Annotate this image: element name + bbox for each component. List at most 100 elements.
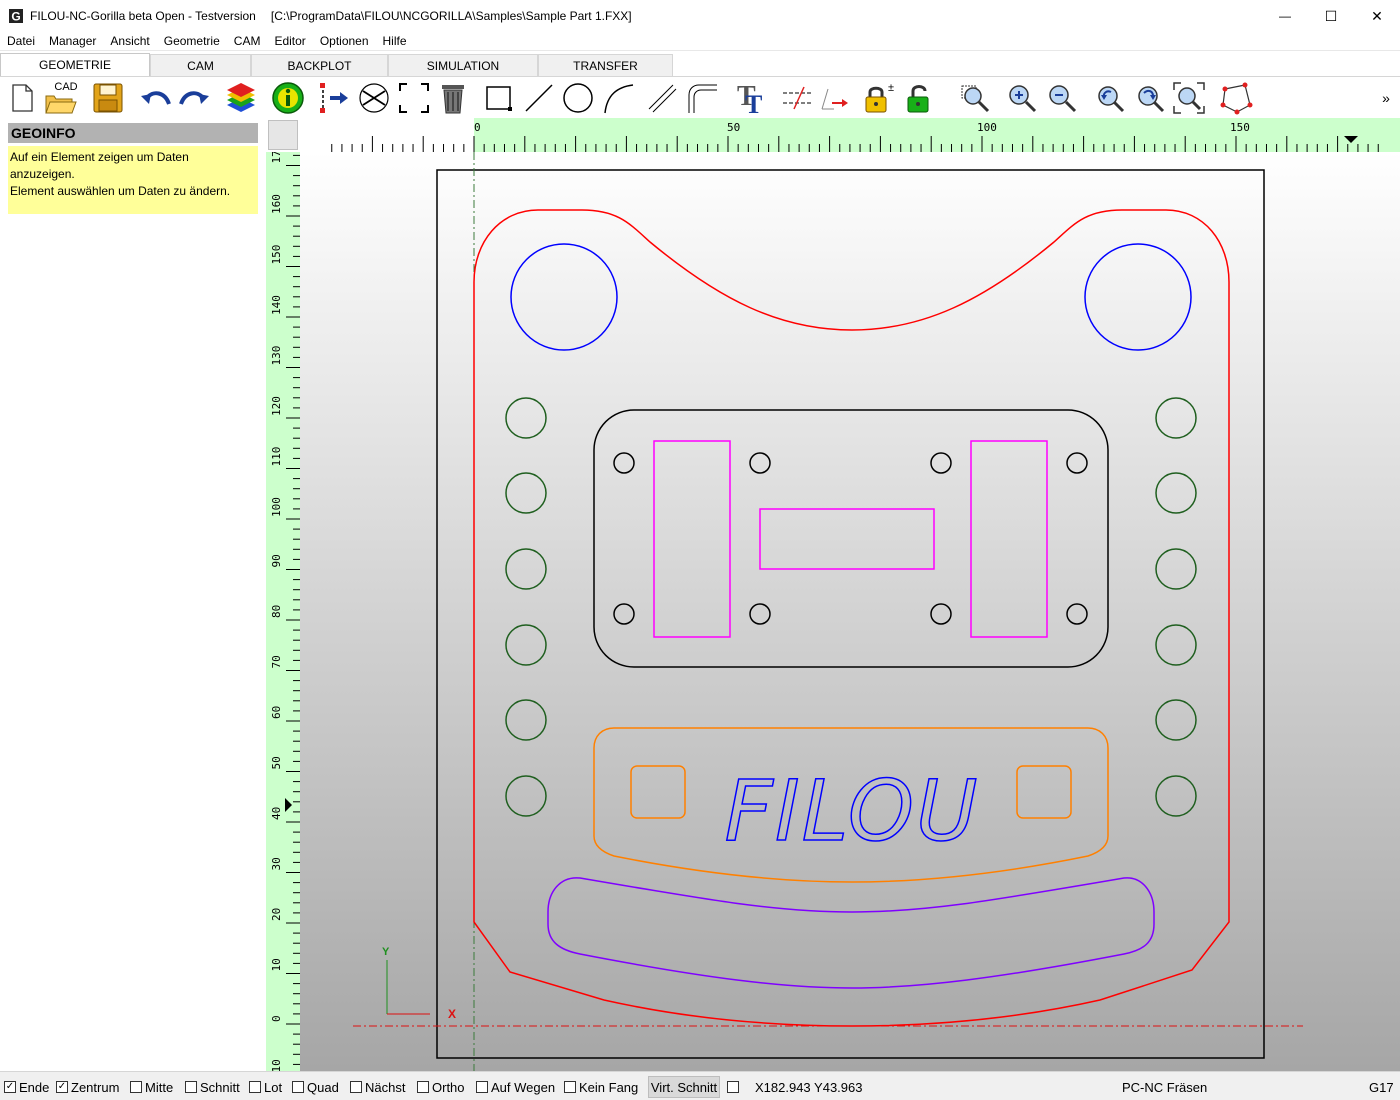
offset-tool-button[interactable]	[817, 79, 853, 117]
drawing-canvas[interactable]: Y X FILOU	[300, 152, 1400, 1071]
snap-lot[interactable]: Lot	[249, 1079, 282, 1095]
select-move-icon	[320, 83, 348, 113]
ruler-left-label: 130	[270, 346, 283, 366]
zoom-in-icon	[1009, 85, 1037, 113]
snap-zentrum[interactable]: ✓ Zentrum	[56, 1079, 119, 1095]
line-icon	[525, 84, 553, 112]
snap-ende[interactable]: ✓ Ende	[4, 1079, 49, 1095]
ruler-left-label: 40	[270, 807, 283, 820]
info-icon	[272, 82, 304, 114]
zoom-all-icon	[1173, 82, 1205, 114]
snap-ortho[interactable]: Ortho	[417, 1079, 465, 1095]
checkbox-icon[interactable]	[292, 1081, 304, 1093]
tab-transfer[interactable]: TRANSFER	[538, 54, 673, 76]
fillet-tool-button[interactable]	[684, 79, 720, 117]
layers-button[interactable]	[223, 79, 259, 117]
label-square-left	[630, 765, 686, 819]
ruler-label-50: 50	[727, 121, 740, 134]
virt-schnitt-checkbox[interactable]	[727, 1079, 742, 1095]
polygon-points-button[interactable]	[1218, 79, 1254, 117]
checkbox-icon[interactable]	[564, 1081, 576, 1093]
menu-datei[interactable]: Datei	[0, 34, 42, 48]
title-bar: G FILOU-NC-Gorilla beta Open - Testversi…	[0, 0, 1400, 32]
save-button[interactable]	[90, 79, 126, 117]
zoom-window-button[interactable]	[957, 79, 993, 117]
app-logo-icon: G	[8, 8, 24, 24]
menu-hilfe[interactable]: Hilfe	[376, 34, 414, 48]
checkbox-icon[interactable]: ✓	[4, 1081, 16, 1093]
fillet-icon	[688, 84, 717, 113]
info-button[interactable]	[270, 79, 306, 117]
ruler-left-label: 170	[270, 152, 283, 164]
zoom-all-button[interactable]	[1171, 79, 1207, 117]
menu-ansicht[interactable]: Ansicht	[103, 34, 156, 48]
tab-cam[interactable]: CAM	[150, 54, 251, 76]
zoom-out-button[interactable]	[1044, 79, 1080, 117]
arc-tool-button[interactable]	[600, 79, 636, 117]
menu-bar: Datei Manager Ansicht Geometrie CAM Edit…	[0, 32, 1400, 51]
zoom-previous-button[interactable]	[1092, 79, 1128, 117]
zoom-previous-icon	[1098, 86, 1125, 113]
geoinfo-panel: GEOINFO Auf ein Element zeigen um Daten …	[0, 118, 266, 1071]
virt-schnitt-button[interactable]: Virt. Schnitt	[648, 1076, 720, 1098]
checkbox-icon[interactable]	[476, 1081, 488, 1093]
polygon-points-icon	[1220, 82, 1253, 115]
zoom-in-button[interactable]	[1004, 79, 1040, 117]
menu-cam[interactable]: CAM	[227, 34, 268, 48]
open-cad-button[interactable]: CAD	[42, 79, 78, 117]
snap-schnitt[interactable]: Schnitt	[185, 1079, 240, 1095]
menu-geometrie[interactable]: Geometrie	[157, 34, 227, 48]
unlock-button[interactable]	[899, 79, 935, 117]
menu-manager[interactable]: Manager	[42, 34, 103, 48]
line-tool-button[interactable]	[521, 79, 557, 117]
snap-quad[interactable]: Quad	[292, 1079, 339, 1095]
circle-tool-button[interactable]	[560, 79, 596, 117]
checkbox-icon[interactable]: ✓	[56, 1081, 68, 1093]
layers-icon	[227, 83, 255, 112]
main-tabs: GEOMETRIE CAM BACKPLOT SIMULATION TRANSF…	[0, 53, 1400, 76]
text-tool-button[interactable]: TT	[732, 79, 768, 117]
close-button[interactable]: ✕	[1354, 0, 1400, 32]
trim-button[interactable]	[356, 79, 392, 117]
checkbox-icon[interactable]	[130, 1081, 142, 1093]
maximize-button[interactable]: ☐	[1308, 0, 1354, 32]
tab-simulation[interactable]: SIMULATION	[388, 54, 538, 76]
rectangle-tool-button[interactable]	[481, 79, 517, 117]
toolbar-overflow-button[interactable]: »	[1374, 79, 1398, 117]
checkbox-icon[interactable]	[249, 1081, 261, 1093]
menu-optionen[interactable]: Optionen	[313, 34, 376, 48]
checkbox-icon[interactable]	[417, 1081, 429, 1093]
lock-toggle-button[interactable]: ±	[860, 79, 896, 117]
zoom-redraw-button[interactable]	[1132, 79, 1168, 117]
ruler-left-label: 100	[270, 497, 283, 517]
ruler-left-label: 10	[270, 1059, 283, 1071]
select-move-button[interactable]	[317, 79, 353, 117]
parallel-tool-button[interactable]	[644, 79, 680, 117]
ruler-left-label: 60	[270, 706, 283, 719]
snap-kein-fang[interactable]: Kein Fang	[564, 1079, 638, 1095]
checkbox-icon[interactable]	[727, 1081, 739, 1093]
redo-button[interactable]	[176, 79, 212, 117]
fit-frame-button[interactable]	[396, 79, 432, 117]
geoinfo-text: Auf ein Element zeigen um Daten anzuzeig…	[8, 146, 258, 214]
delete-button[interactable]	[435, 79, 471, 117]
mirror-tool-button[interactable]	[779, 79, 815, 117]
tab-geometrie[interactable]: GEOMETRIE	[0, 53, 150, 76]
undo-button[interactable]	[138, 79, 174, 117]
circle-icon	[563, 83, 593, 113]
frame-corners-icon	[399, 83, 429, 113]
snap-mitte[interactable]: Mitte	[130, 1079, 173, 1095]
tab-backplot[interactable]: BACKPLOT	[251, 54, 388, 76]
snap-naechst[interactable]: Nächst	[350, 1079, 405, 1095]
checkbox-icon[interactable]	[185, 1081, 197, 1093]
ruler-corner[interactable]	[268, 120, 298, 150]
snap-auf-wegen[interactable]: Auf Wegen	[476, 1079, 555, 1095]
menu-editor[interactable]: Editor	[267, 34, 312, 48]
maximize-icon: ☐	[1324, 7, 1338, 24]
ruler-left-label: 0	[270, 1015, 283, 1022]
checkbox-icon[interactable]	[350, 1081, 362, 1093]
new-file-icon	[12, 84, 33, 112]
new-file-button[interactable]	[4, 79, 40, 117]
mirror-icon	[783, 86, 811, 110]
minimize-button[interactable]: —	[1262, 0, 1308, 32]
